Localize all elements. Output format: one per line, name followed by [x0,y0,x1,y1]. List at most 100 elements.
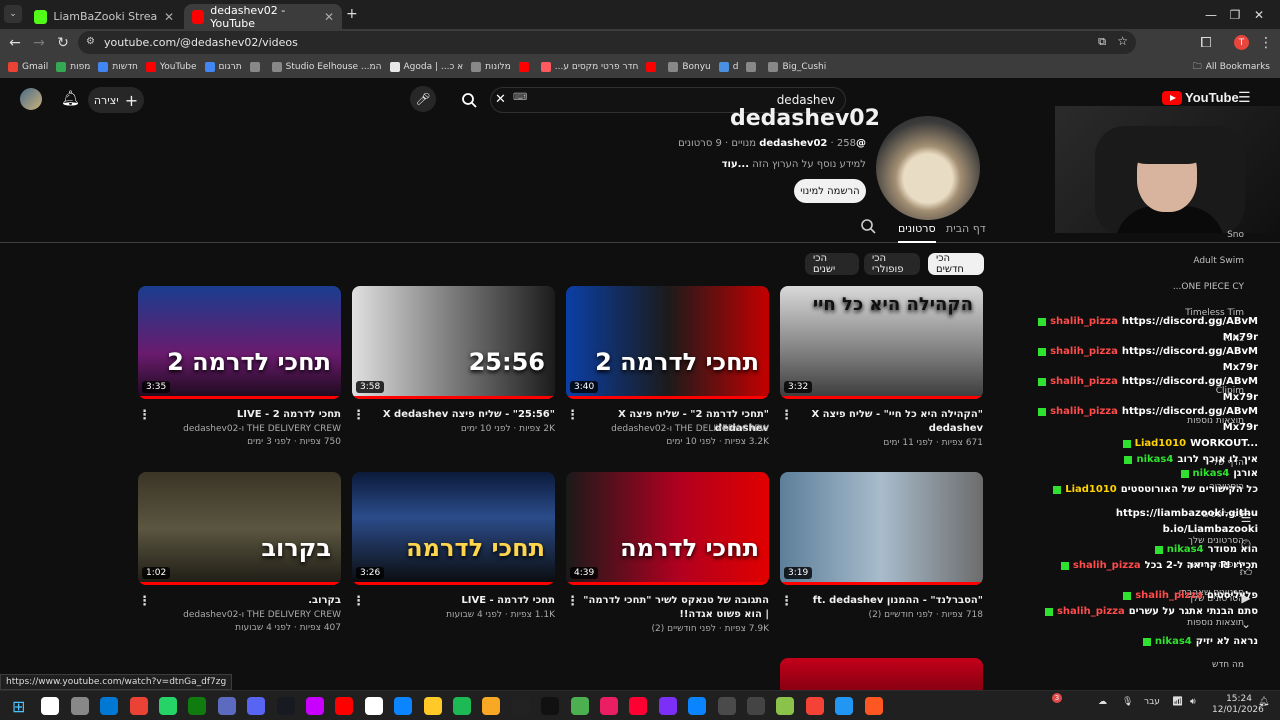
taskbar-app-icon[interactable] [100,697,119,715]
video-thumbnail[interactable]: תחכי לדרמה 2 3:40 [566,286,769,399]
video-card[interactable]: תחכי לדרמה 3:26 ⋮ תחכי לדרמה - LIVE 1.1K צפי… [352,472,555,647]
video-thumbnail[interactable]: 25:56 3:58 [352,286,555,399]
hamburger-menu-icon[interactable]: ☰ [1238,90,1251,106]
video-thumbnail[interactable]: בקרוב 1:02 [138,472,341,585]
channel-description[interactable]: למידע נוסף על הערוץ הזה ...עוד [722,159,866,170]
video-menu-kebab-icon[interactable]: ⋮ [566,408,579,423]
video-card[interactable]: תחכי לדרמה 2 3:35 ⋮ תחכי לדרמה 2 - LIVE THE … [138,286,341,461]
reload-icon[interactable]: ↻ [53,33,73,53]
back-arrow-icon[interactable]: ← [5,33,25,53]
more-link[interactable]: ...עוד [722,159,749,170]
chevron-down-icon[interactable]: ⌄ [1238,616,1254,632]
video-channel[interactable]: THE DELIVERY CREW ו-dedashev02 [183,424,341,434]
tab-liambazooki[interactable]: LiamBaZooki Stream - Watch Li ✕ [26,4,182,29]
video-title[interactable]: תחכי לדרמה - LIVE [365,594,555,608]
video-menu-kebab-icon[interactable]: ⋮ [780,408,793,423]
video-card[interactable]: הקהילה היא כל חיי 3:32 ⋮ "הקהילה היא כל חיי… [780,286,983,461]
install-app-icon[interactable]: ⧉ [1098,35,1106,49]
taskbar-app-icon[interactable] [188,697,207,715]
video-thumbnail[interactable]: הקהילה היא כל חיי 3:32 [780,286,983,399]
clear-search-icon[interactable]: ✕ [495,92,506,107]
video-menu-kebab-icon[interactable]: ⋮ [780,594,793,609]
taskbar-app-icon[interactable] [864,697,883,715]
video-thumbnail[interactable]: תחכי לדרמה 2 3:35 [138,286,341,399]
taskbar-app-icon[interactable] [159,697,177,715]
url-field[interactable]: ⚙ youtube.com/@dedashev02/videos ⧉ ☆ [78,31,1136,54]
close-tab-icon[interactable]: ✕ [324,10,334,24]
account-avatar[interactable] [20,88,42,110]
speaker-icon[interactable]: 🔊︎ [1190,697,1196,707]
video-card[interactable]: תחכי לדרמה 4:39 ⋮ התגובה של טנאקס לשיר "תחכ… [566,472,769,647]
subscribe-button[interactable]: הרשמה למינוי [794,179,866,203]
video-title[interactable]: "25:56" - שליח פיצה X dedashev [365,408,555,422]
language-indicator[interactable]: עבר [1144,697,1160,707]
bookmark-item[interactable]: מפות [56,62,90,72]
video-card[interactable]: תחכי לדרמה 2 3:40 ⋮ "תחכי לדרמה 2" - שליח פ… [566,286,769,461]
taskbar-app-icon[interactable] [394,697,413,715]
taskbar-app-icon[interactable] [70,697,89,715]
video-card[interactable]: בקרוב 1:02 ⋮ בקרוב. THE DELIVERY CREW ו-deda… [138,472,341,647]
taskbar-app-icon[interactable] [41,697,60,715]
bookmark-item[interactable]: Studio Eelhouse ...המ [271,62,382,72]
bookmark-item[interactable]: d [718,62,738,72]
sidebar-item[interactable]: Sno [1227,230,1244,240]
clock[interactable]: 15:24 12/01/2026 [1212,694,1264,716]
extensions-icon[interactable]: ⧠ [1196,33,1216,53]
video-thumbnail[interactable]: תחכי לדרמה 3:26 [352,472,555,585]
video-card[interactable]: 3:19 ⋮ "הסברלנד" - ההמנון ft. dedashev 718 … [780,472,983,647]
chip-oldest[interactable]: הכי ישנים [805,253,859,275]
taskbar-app-icon[interactable] [511,697,530,715]
windows-start-icon[interactable]: ⊞ [12,697,30,716]
new-tab-button[interactable]: + [346,6,358,22]
profile-avatar[interactable]: T [1234,35,1249,50]
taskbar-app-icon[interactable] [453,697,471,715]
video-menu-kebab-icon[interactable]: ⋮ [138,594,151,609]
channel-search-icon[interactable] [860,218,876,237]
taskbar-app-icon[interactable] [217,697,236,715]
taskbar-app-icon[interactable] [747,697,765,715]
taskbar-app-icon[interactable] [688,697,707,715]
notifications-bell-icon[interactable]: 🔔︎ [61,89,80,107]
video-title[interactable]: "הסברלנד" - ההמנון ft. dedashev [793,594,983,608]
taskbar-app-icon[interactable] [835,697,854,715]
taskbar-app-icon[interactable] [658,697,677,715]
wifi-icon[interactable]: 📶︎ [1172,697,1183,707]
bookmark-item[interactable]: Big_Cushi [768,62,826,72]
sidebar-item[interactable]: מה חדש [1212,660,1244,670]
taskbar-app-icon[interactable] [541,697,560,715]
sidebar-item[interactable]: ONE PIECE CY... [1173,282,1244,292]
taskbar-app-icon[interactable] [717,697,736,715]
bookmark-item[interactable]: YouTube [145,62,197,72]
video-title[interactable]: התגובה של טנאקס לשיר "תחכי לדרמה" | הוא … [579,594,769,622]
bookmark-item[interactable]: מלונות [471,62,511,72]
video-channel[interactable]: THE DELIVERY CREW ו-dedashev02 [611,424,769,434]
taskbar-app-icon[interactable] [423,697,442,715]
forward-arrow-icon[interactable]: → [29,33,49,53]
create-button[interactable]: יצירה + [88,87,144,113]
keyboard-icon[interactable]: ⌨ [513,92,527,103]
bookmark-item[interactable] [518,62,533,72]
taskbar-app-icon[interactable] [364,697,383,715]
bookmark-item[interactable]: Agoda | ...א כ [389,62,463,72]
notification-bell-icon[interactable]: 🔔︎ [1258,697,1269,707]
menu-kebab-icon[interactable]: ⋮ [1256,33,1276,53]
youtube-logo[interactable]: YouTube [1162,90,1239,105]
video-menu-kebab-icon[interactable]: ⋮ [138,408,151,423]
taskbar-app-icon[interactable] [482,697,501,715]
taskbar-app-icon[interactable] [129,697,148,715]
taskbar-app-icon[interactable] [600,697,618,715]
taskbar-app-icon[interactable] [570,697,589,715]
video-menu-kebab-icon[interactable]: ⋮ [566,594,579,609]
bookmark-item[interactable] [746,62,760,72]
cloud-icon[interactable]: ☁ [1098,697,1107,707]
tab-home[interactable]: דף הבית [946,222,986,235]
taskbar-app-icon[interactable] [276,697,295,715]
mic-tray-icon[interactable]: 🎙︎ [1122,697,1133,707]
sidebar-item[interactable]: תוצאות נוספות [1187,618,1244,628]
bookmark-item[interactable]: תרגום [204,62,242,72]
bookmark-item[interactable]: Gmail [8,62,48,72]
site-info-icon[interactable]: ⚙ [86,36,95,47]
chip-newest[interactable]: הכי חדשים [928,253,984,275]
bookmark-item[interactable]: Bonyu [668,62,711,72]
next-row-thumbnail[interactable] [780,658,983,690]
